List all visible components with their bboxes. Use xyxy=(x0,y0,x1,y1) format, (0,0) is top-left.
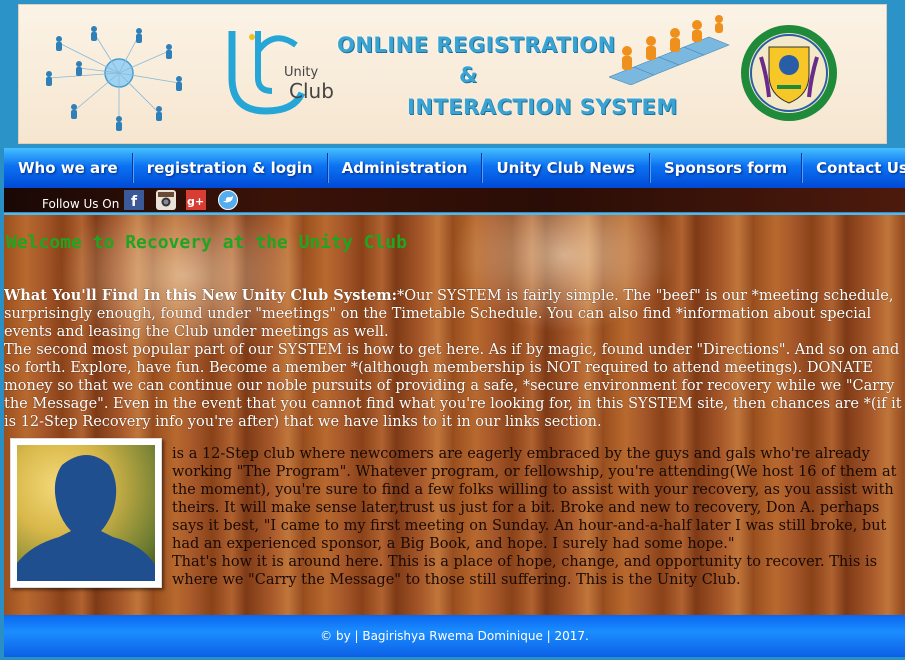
profile-silhouette-image xyxy=(17,445,155,581)
body-paragraph-1: is a 12-Step club where newcomers are ea… xyxy=(172,446,897,552)
main-content: Welcome to Recovery at the Unity Club Wh… xyxy=(4,213,905,615)
svg-text:g+: g+ xyxy=(187,195,204,208)
facebook-icon[interactable]: f xyxy=(124,190,144,210)
intro-text: What You'll Find In this New Unity Club … xyxy=(4,287,903,431)
svg-text:f: f xyxy=(131,194,138,210)
twitter-icon[interactable] xyxy=(218,190,238,210)
welcome-heading: Welcome to Recovery at the Unity Club xyxy=(6,232,407,253)
follow-bar: Follow Us On f g+ xyxy=(4,188,905,212)
follow-us-label: Follow Us On xyxy=(42,197,120,211)
banner-title-amp: & xyxy=(459,63,478,87)
logo-text-unity: Unity xyxy=(284,65,319,80)
nav-item-who-we-are[interactable]: Who we are xyxy=(4,153,133,183)
body-text: is a 12-Step club where newcomers are ea… xyxy=(172,445,900,589)
google-plus-icon[interactable]: g+ xyxy=(186,190,206,210)
coat-of-arms-icon xyxy=(741,25,837,121)
banner: Unity Club ONLINE REGISTRATION & INTERAC… xyxy=(18,4,887,144)
footer-copyright: © by | Bagirishya Rwema Dominique | 2017… xyxy=(320,629,589,643)
header: Unity Club ONLINE REGISTRATION & INTERAC… xyxy=(0,0,905,148)
profile-photo-frame xyxy=(10,438,162,588)
banner-title-line2: INTERACTION SYSTEM xyxy=(407,95,678,119)
nav-item-contact-us[interactable]: Contact Us xyxy=(802,153,905,183)
intro-bold-heading: What You'll Find In this New Unity Club … xyxy=(4,287,397,304)
unity-club-logo-icon xyxy=(228,31,306,115)
logo-text-club: Club xyxy=(289,79,334,103)
nav-item-unity-club-news[interactable]: Unity Club News xyxy=(482,153,650,183)
body-paragraph-2: That's how it is around here. This is a … xyxy=(172,554,878,588)
nav-item-registration-login[interactable]: registration & login xyxy=(133,153,328,183)
nav-item-administration[interactable]: Administration xyxy=(328,153,483,183)
footer: © by | Bagirishya Rwema Dominique | 2017… xyxy=(4,615,905,657)
people-network-icon xyxy=(46,26,182,131)
nav-item-sponsors-form[interactable]: Sponsors form xyxy=(650,153,803,183)
people-chain-icon xyxy=(609,15,730,85)
main-navigation: Who we are registration & login Administ… xyxy=(4,148,905,188)
intro-paragraph-2: The second most popular part of our SYST… xyxy=(4,342,902,430)
banner-title-line1: ONLINE REGISTRATION xyxy=(337,33,616,57)
instagram-icon[interactable] xyxy=(156,190,176,210)
